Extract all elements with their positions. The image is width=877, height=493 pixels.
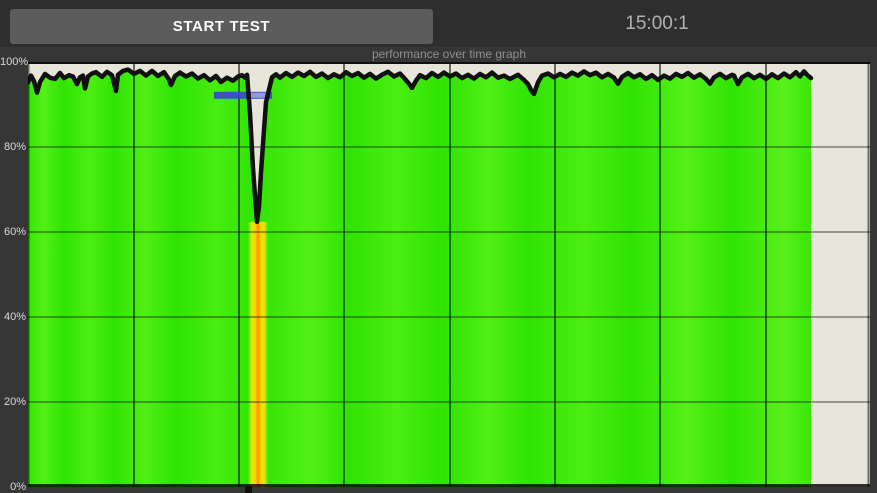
top-bar: START TEST 15:00:1 <box>0 0 877 47</box>
y-axis-label-60: 60% <box>3 226 26 238</box>
y-axis-label-0: 0% <box>10 481 26 493</box>
performance-chart <box>28 62 870 487</box>
cpu-test-app: START TEST 15:00:1 performance over time… <box>0 0 877 493</box>
start-test-button[interactable]: START TEST <box>10 9 433 44</box>
x-axis-tick <box>245 486 252 493</box>
timer-display: 15:00:1 <box>625 13 689 34</box>
throttle-stripe <box>248 221 268 487</box>
performance-chart-canvas <box>28 62 870 487</box>
y-axis-label-40: 40% <box>3 311 26 323</box>
chart-title: performance over time graph <box>371 47 527 61</box>
green-performance-area <box>28 69 811 487</box>
y-axis-label-100: 100% <box>0 56 29 68</box>
y-axis-label-80: 80% <box>3 141 26 153</box>
y-axis-label-20: 20% <box>3 396 26 408</box>
average-marker-light-segment <box>249 92 267 98</box>
